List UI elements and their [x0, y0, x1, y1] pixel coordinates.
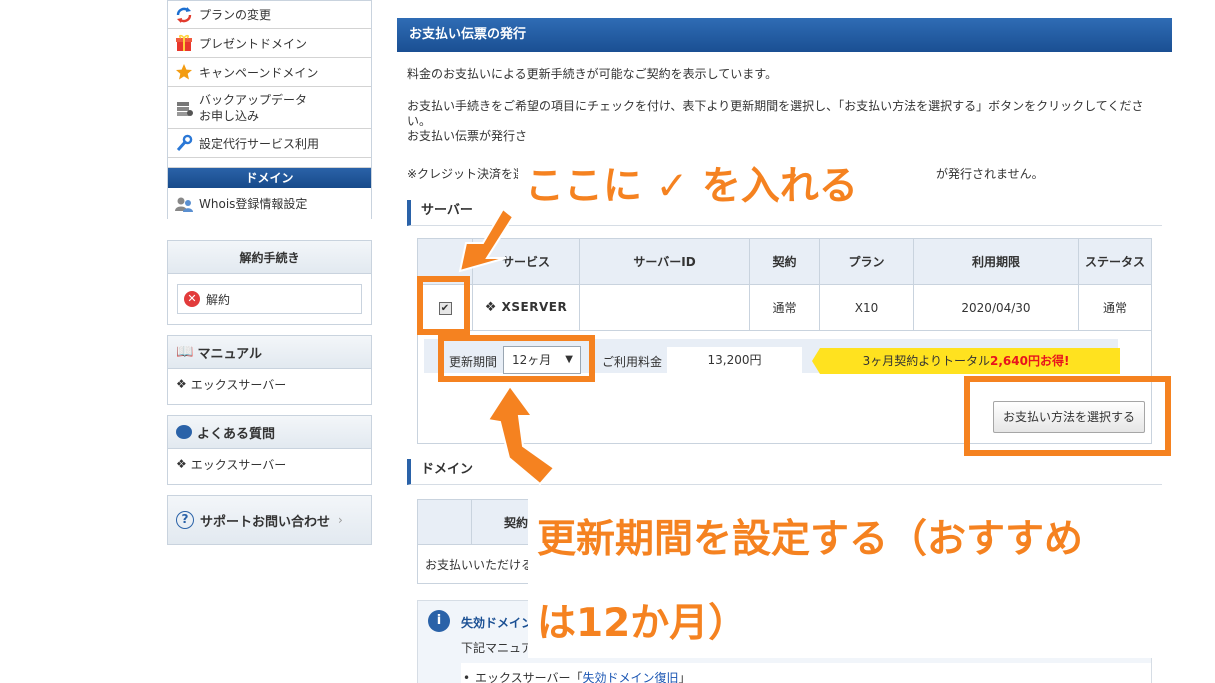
intro-text: 料金のお支払いによる更新手続きが可能なご契約を表示しています。 — [407, 67, 778, 81]
renew-period-highlight — [438, 335, 595, 382]
fee-value: 13,200円 — [667, 347, 802, 374]
cancel-panel: 解約手続き ✕ 解約 — [167, 240, 372, 325]
faq-panel-title: よくある質問 — [168, 416, 371, 449]
discount-badge: 3ヶ月契約よりトータル2,640円お得! — [812, 348, 1120, 374]
info-list-item: • エックスサーバー「失効ドメイン復旧」 — [461, 663, 1151, 683]
contract-cell: 通常 — [749, 284, 820, 331]
faq-link-xserver[interactable]: ❖ エックスサーバー — [168, 449, 371, 479]
xserver-logo-icon: ❖ — [484, 300, 497, 315]
checkbox-highlight — [417, 276, 470, 335]
manual-panel: 📖 マニュアル ❖ エックスサーバー — [167, 335, 372, 405]
info-link-suffix: 」 — [678, 671, 691, 683]
period-note-line1: 更新期間を設定する（おすすめ — [537, 517, 1084, 562]
cancel-label: 解約 — [206, 292, 231, 307]
table-row: ✔ ❖ XSERVER 通常 X10 2020/04/30 通常 — [417, 284, 1152, 331]
sidebar-item-label: プランの変更 — [199, 8, 272, 22]
sidebar-item-label: プレゼントドメイン — [199, 36, 308, 51]
faq-link-label: エックスサーバー — [190, 457, 287, 472]
sidebar-item-backup-data[interactable]: バックアップデータ お申し込み — [168, 87, 371, 129]
column-header-plan: プラン — [819, 238, 914, 285]
star-icon — [174, 63, 194, 81]
credit-note: ※クレジット決済を選 — [407, 167, 526, 181]
sidebar-domain-header: ドメイン — [168, 168, 371, 188]
xserver-diamond-icon: ❖ — [176, 377, 187, 391]
support-title: サポートお問い合わせ — [200, 514, 331, 530]
column-header-status: ステータス — [1078, 238, 1152, 285]
discount-text: 3ヶ月契約よりトータル — [862, 354, 990, 368]
sidebar-item-whois[interactable]: Whois登録情報設定 — [168, 188, 371, 219]
column-header-expiry: 利用期限 — [913, 238, 1079, 285]
info-title: 失効ドメイン — [461, 616, 534, 630]
contract-menu: プランの変更 プレゼントドメイン キャンペーンドメイン バックアップデータ お申… — [167, 0, 372, 219]
info-link-prefix: エックスサーバー「 — [475, 671, 583, 683]
speech-bubble-icon — [176, 425, 192, 439]
check-note: ここに ✓ を入れる — [525, 164, 858, 209]
manual-title-text: マニュアル — [197, 346, 263, 362]
sidebar-item-label: 設定代行サービス利用 — [199, 136, 320, 151]
sidebar-item-label-line1: バックアップデータ — [199, 92, 308, 107]
domain-checkbox-header — [471, 500, 472, 545]
instruction-line2: い。 — [407, 114, 432, 128]
manual-panel-title: 📖 マニュアル — [168, 336, 371, 369]
table-header-row: サービス サーバーID 契約 プラン 利用期限 ステータス — [417, 238, 1152, 285]
book-icon: 📖 — [176, 344, 194, 360]
instruction-line3: お支払い伝票が発行さ — [407, 129, 528, 143]
server-icon — [174, 99, 194, 117]
sidebar-item-campaign-domain[interactable]: キャンペーンドメイン — [168, 58, 371, 87]
info-text: 下記マニュア — [461, 641, 533, 655]
sidebar-item-label: Whois登録情報設定 — [199, 197, 308, 211]
lost-domain-link[interactable]: 失効ドメイン復旧 — [583, 671, 679, 683]
column-header-service: サービス — [472, 238, 580, 285]
server-table: サービス サーバーID 契約 プラン 利用期限 ステータス ✔ ❖ XSERVE… — [417, 238, 1152, 331]
chevron-right-icon: › — [338, 513, 343, 527]
gift-icon — [174, 34, 194, 52]
service-name: XSERVER — [501, 300, 568, 314]
expiry-cell: 2020/04/30 — [913, 284, 1079, 331]
pay-button-highlight — [964, 376, 1171, 456]
domain-column-header-contract: 契約 — [504, 516, 529, 530]
xserver-diamond-icon: ❖ — [176, 457, 187, 471]
sidebar-item-label: バックアップデータ お申し込み — [199, 92, 307, 124]
info-icon: i — [428, 610, 450, 632]
sidebar-item-plan-change[interactable]: プランの変更 — [168, 1, 371, 29]
sidebar-item-setup-service[interactable]: 設定代行サービス利用 — [168, 129, 371, 158]
sidebar-item-label-line2: お申し込み — [199, 108, 260, 123]
cancel-panel-title: 解約手続き — [168, 241, 371, 274]
faq-title-text: よくある質問 — [197, 426, 276, 442]
plan-cell: X10 — [819, 284, 914, 331]
faq-panel: よくある質問 ❖ エックスサーバー — [167, 415, 372, 485]
wrench-icon — [174, 134, 194, 152]
sidebar-item-label: キャンペーンドメイン — [199, 65, 319, 80]
cancel-item[interactable]: ✕ 解約 — [177, 284, 362, 314]
period-note-line2: は12か月） — [537, 601, 748, 646]
refresh-icon — [174, 6, 194, 24]
cancel-icon: ✕ — [184, 291, 200, 307]
help-icon: ? — [176, 511, 194, 529]
support-panel[interactable]: ? サポートお問い合わせ › — [167, 495, 372, 545]
sidebar-item-present-domain[interactable]: プレゼントドメイン — [168, 29, 371, 58]
discount-amount: 2,640円お得! — [989, 354, 1070, 368]
credit-note-tail: が発行されません。 — [936, 167, 1044, 181]
status-cell: 通常 — [1078, 284, 1152, 331]
manual-link-label: エックスサーバー — [190, 377, 287, 392]
fee-label: ご利用料金 — [602, 355, 663, 369]
users-icon — [174, 195, 194, 213]
domain-section-heading: ドメイン — [407, 459, 1162, 485]
domain-empty-text: お支払いいただける — [425, 558, 534, 572]
service-cell: ❖ XSERVER — [472, 284, 580, 331]
column-header-server-id: サーバーID — [579, 238, 750, 285]
manual-link-xserver[interactable]: ❖ エックスサーバー — [168, 369, 371, 399]
column-header-contract: 契約 — [749, 238, 820, 285]
server-id-cell — [579, 284, 750, 331]
instruction-line1: お支払い手続きをご希望の項目にチェックを付け、表下より更新期間を選択し、「お支払… — [407, 99, 1144, 113]
page-title: お支払い伝票の発行 — [397, 18, 1172, 52]
instruction-text: お支払い手続きをご希望の項目にチェックを付け、表下より更新期間を選択し、「お支払… — [407, 99, 1167, 144]
bullet: • — [463, 671, 471, 683]
spacer — [168, 158, 371, 168]
